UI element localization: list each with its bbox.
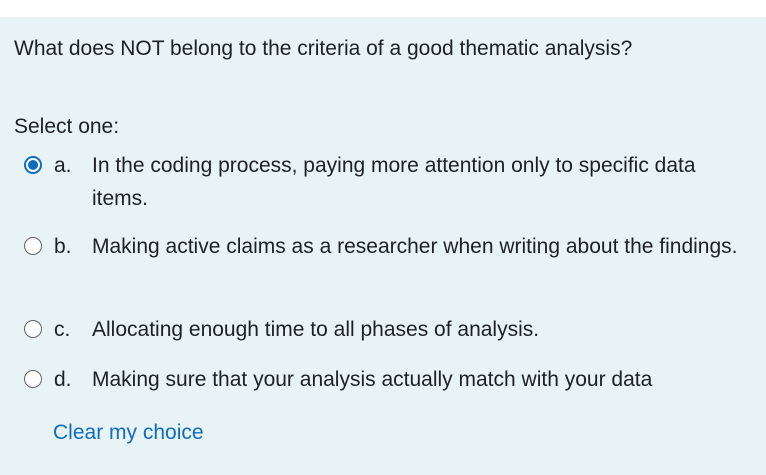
option-c-letter: c. bbox=[54, 318, 71, 341]
question-panel: What does NOT belong to the criteria of … bbox=[0, 17, 766, 475]
clear-choice-link[interactable]: Clear my choice bbox=[53, 419, 204, 447]
option-a-letter: a. bbox=[54, 154, 72, 177]
option-d[interactable]: d. Making sure that your analysis actual… bbox=[24, 366, 744, 396]
option-d-text: Making sure that your analysis actually … bbox=[92, 368, 653, 391]
question-text: What does NOT belong to the criteria of … bbox=[14, 37, 633, 60]
option-d-letter: d. bbox=[54, 368, 72, 391]
option-b[interactable]: b. Making active claims as a researcher … bbox=[24, 233, 744, 303]
option-c-text: Allocating enough time to all phases of … bbox=[92, 318, 540, 341]
radio-d[interactable] bbox=[24, 370, 42, 388]
radio-c[interactable] bbox=[24, 320, 42, 338]
radio-a[interactable] bbox=[24, 156, 42, 174]
option-a-text: In the coding process, paying more atten… bbox=[92, 154, 696, 210]
option-b-letter: b. bbox=[54, 235, 72, 258]
option-b-text: Making active claims as a researcher whe… bbox=[92, 235, 738, 258]
radio-b[interactable] bbox=[24, 237, 42, 255]
option-c[interactable]: c. Allocating enough time to all phases … bbox=[24, 316, 744, 346]
quiz-page: What does NOT belong to the criteria of … bbox=[0, 0, 766, 475]
option-a[interactable]: a. In the coding process, paying more at… bbox=[24, 152, 744, 222]
select-prompt: Select one: bbox=[14, 115, 120, 138]
